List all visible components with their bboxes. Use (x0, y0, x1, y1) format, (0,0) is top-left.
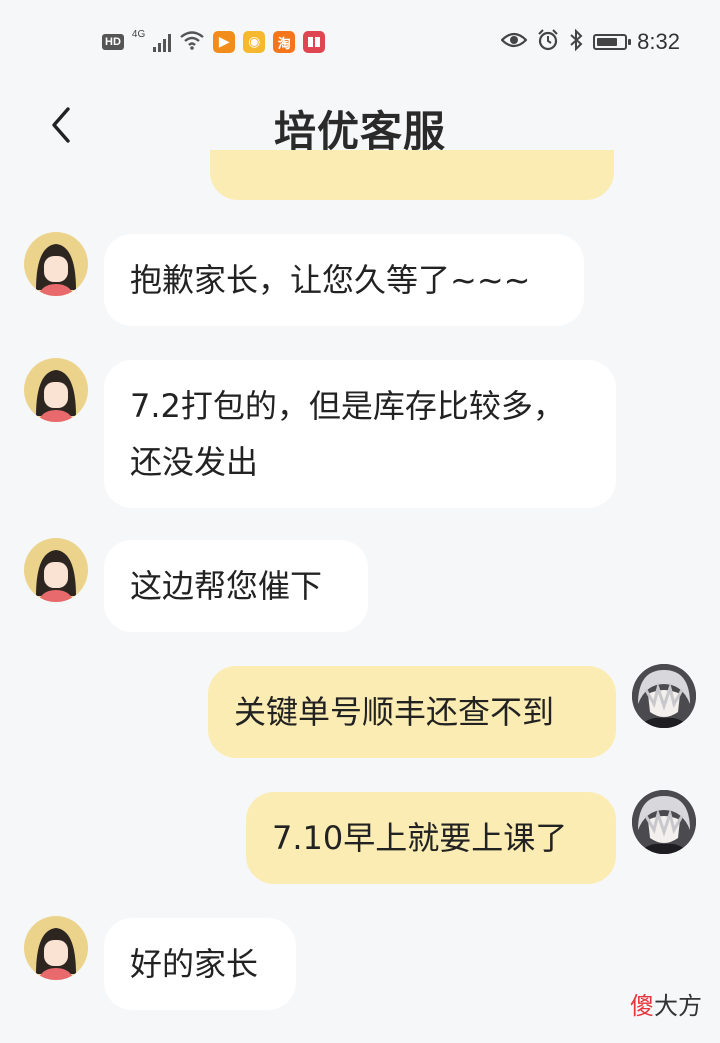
weibo-icon: ◉ (243, 31, 266, 53)
reader-app-icon (303, 31, 326, 53)
hd-badge: HD (102, 34, 124, 50)
message-text: 关键单号顺丰还查不到 (234, 693, 555, 731)
status-bar: HD 4G ▶ ◉ 淘 8:32 (0, 0, 720, 84)
agent-avatar[interactable] (24, 232, 88, 296)
message-text: 这边帮您催下 (130, 567, 323, 605)
status-bar-right: 8:32 (500, 28, 680, 56)
user-avatar[interactable] (632, 664, 696, 728)
message-bubble[interactable]: 7.2打包的，但是库存比较多，还没发出 (104, 360, 616, 508)
message-bubble[interactable]: 抱歉家长，让您久等了~~~ (104, 234, 584, 326)
previous-message-bubble (210, 150, 614, 200)
network-type: 4G (131, 28, 146, 40)
video-app-icon: ▶ (213, 31, 236, 53)
bluetooth-icon (569, 28, 583, 55)
status-time: 8:32 (637, 29, 680, 54)
watermark: 傻大方 (630, 992, 702, 1020)
agent-avatar[interactable] (24, 538, 88, 602)
message-bubble[interactable]: 好的家长 (104, 918, 296, 1010)
message-text: 抱歉家长，让您久等了~~~ (130, 261, 531, 299)
wifi-icon (179, 30, 205, 54)
message-text: 7.2打包的，但是库存比较多，还没发出 (130, 387, 565, 481)
user-avatar[interactable] (632, 790, 696, 854)
message-bubble[interactable]: 这边帮您催下 (104, 540, 368, 632)
battery-icon (593, 34, 632, 50)
taobao-icon: 淘 (273, 31, 296, 53)
signal-icon (153, 32, 172, 52)
message-bubble[interactable]: 关键单号顺丰还查不到 (208, 666, 616, 758)
agent-avatar[interactable] (24, 916, 88, 980)
eye-icon (500, 31, 528, 53)
alarm-icon (537, 29, 559, 55)
agent-avatar[interactable] (24, 358, 88, 422)
status-bar-left: HD 4G ▶ ◉ 淘 (102, 28, 326, 56)
message-bubble[interactable]: 7.10早上就要上课了 (246, 792, 616, 884)
message-text: 7.10早上就要上课了 (272, 819, 568, 857)
message-text: 好的家长 (130, 945, 259, 983)
